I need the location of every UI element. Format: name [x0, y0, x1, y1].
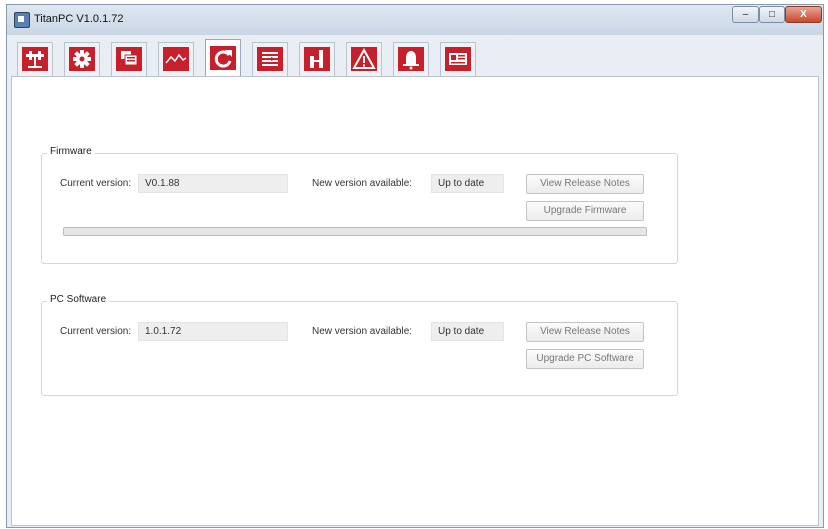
maximize-icon: □ — [768, 9, 776, 20]
firmware-progress-bar — [63, 227, 647, 236]
tab-graph[interactable] — [158, 42, 194, 76]
update-panel: Firmware Current version: V0.1.88 New ve… — [11, 76, 819, 526]
firmware-group-title: Firmware — [47, 146, 95, 157]
warning-triangle-icon — [351, 47, 377, 71]
pc-software-current-version-label: Current version: — [60, 326, 132, 337]
tab-settings[interactable] — [64, 42, 100, 76]
pc-software-new-version-label: New version available: — [312, 326, 413, 337]
tab-info[interactable] — [440, 42, 476, 76]
app-window: TitanPC V1.0.1.72 – □ X Firmware Current… — [6, 4, 824, 528]
list-transfer-icon — [257, 47, 283, 71]
firmware-current-version-field: V0.1.88 — [138, 174, 288, 193]
bell-alarm-icon — [398, 47, 424, 71]
tab-display[interactable] — [111, 42, 147, 76]
pc-software-view-release-notes-button[interactable]: View Release Notes — [526, 322, 644, 342]
window-title: TitanPC V1.0.1.72 — [34, 13, 124, 25]
gear-icon — [69, 47, 95, 71]
refresh-update-icon — [210, 46, 236, 70]
minimize-icon: – — [742, 9, 749, 20]
waveform-icon — [163, 47, 189, 71]
upgrade-pc-software-button[interactable]: Upgrade PC Software — [526, 349, 644, 369]
pc-software-new-version-field: Up to date — [431, 322, 504, 341]
tab-bell[interactable] — [393, 42, 429, 76]
maximize-button[interactable]: □ — [759, 6, 785, 23]
usb-connection-icon — [22, 47, 48, 71]
firmware-current-version-label: Current version: — [60, 178, 132, 189]
pc-software-current-version-field: 1.0.1.72 — [138, 322, 288, 341]
tab-update[interactable] — [205, 39, 241, 77]
title-bar[interactable]: TitanPC V1.0.1.72 – □ X — [7, 5, 823, 35]
id-card-icon — [445, 47, 471, 71]
close-icon: X — [800, 9, 807, 20]
app-icon[interactable] — [14, 12, 30, 28]
firmware-group: Firmware Current version: V0.1.88 New ve… — [41, 146, 678, 264]
firmware-new-version-field: Up to date — [431, 174, 504, 193]
firmware-view-release-notes-button[interactable]: View Release Notes — [526, 174, 644, 194]
tab-levels[interactable] — [299, 42, 335, 76]
tab-alarms[interactable] — [346, 42, 382, 76]
bar-level-icon — [304, 47, 330, 71]
pc-software-group: PC Software Current version: 1.0.1.72 Ne… — [41, 294, 678, 396]
close-button[interactable]: X — [785, 6, 822, 23]
tab-connection[interactable] — [17, 42, 53, 76]
pc-software-group-title: PC Software — [47, 294, 110, 305]
display-config-icon — [116, 47, 142, 71]
tab-list[interactable] — [252, 42, 288, 76]
upgrade-firmware-button[interactable]: Upgrade Firmware — [526, 201, 644, 221]
firmware-new-version-label: New version available: — [312, 178, 413, 189]
toolbar — [11, 39, 821, 77]
minimize-button[interactable]: – — [732, 6, 759, 23]
